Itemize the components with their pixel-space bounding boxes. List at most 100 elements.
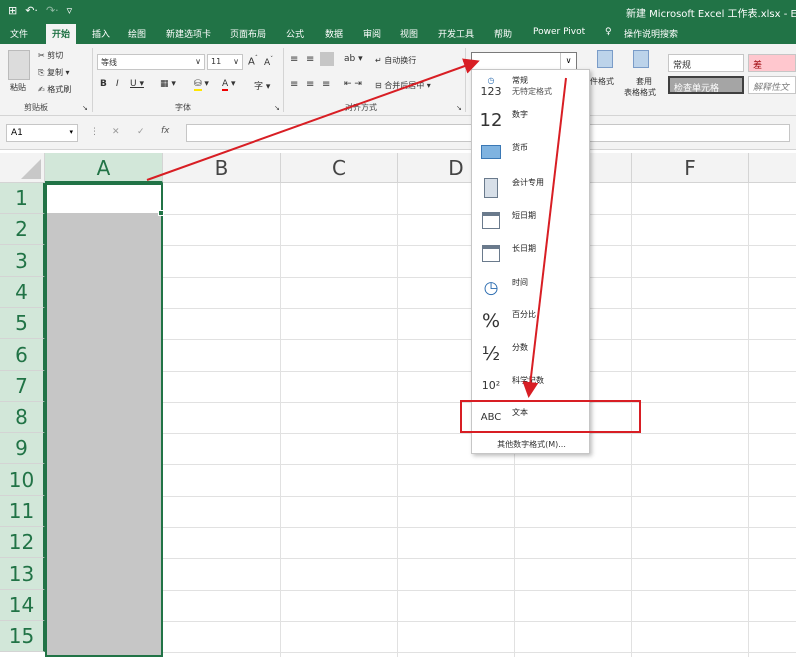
style-bad[interactable]: 差 (748, 54, 796, 72)
row-header-2[interactable]: 2 (0, 214, 45, 245)
indent-buttons[interactable]: ⇤ ⇥ (344, 79, 362, 89)
table-format-label-2[interactable]: 表格格式 (624, 87, 656, 98)
align-left-button[interactable]: ≡ (290, 79, 298, 90)
enter-icon[interactable]: ✓ (137, 127, 145, 137)
format-general[interactable]: ◷ 123 常规 无特定格式 (472, 72, 591, 105)
cancel-icon[interactable]: ✕ (112, 127, 120, 137)
dialog-launcher-icon[interactable]: ↘ (456, 104, 462, 112)
tab-data[interactable]: 数据 (325, 27, 343, 40)
row-header-8[interactable]: 8 (0, 402, 45, 433)
font-size-field[interactable]: 11 ∨ (207, 54, 243, 70)
underline-button[interactable]: U ▾ (130, 79, 144, 89)
row-header-3[interactable]: 3 (0, 245, 45, 277)
format-percentage[interactable]: % 百分比 (472, 306, 591, 339)
tell-me-search[interactable]: 操作说明搜索 (624, 27, 678, 40)
row-header-12[interactable]: 12 (0, 527, 45, 558)
conditional-format-icon[interactable] (597, 50, 613, 68)
border-button[interactable]: ▦ ▾ (160, 79, 176, 89)
align-bottom-button[interactable] (320, 52, 334, 66)
paste-icon[interactable] (8, 50, 30, 80)
fill-handle[interactable] (158, 210, 164, 216)
italic-button[interactable]: I (116, 79, 119, 89)
tab-help[interactable]: 帮助 (494, 27, 512, 40)
tab-power-pivot[interactable]: Power Pivot (533, 27, 585, 37)
font-grow-button[interactable]: Aˆ (248, 55, 258, 67)
tab-formulas[interactable]: 公式 (286, 27, 304, 40)
align-right-button[interactable]: ≡ (322, 79, 330, 90)
format-accounting[interactable]: 会计专用 (472, 174, 591, 207)
selected-column-a[interactable] (45, 183, 163, 657)
row-header-10[interactable]: 10 (0, 464, 45, 496)
wrap-icon: ↵ (375, 56, 382, 65)
save-icon[interactable]: ⊞ (8, 4, 17, 17)
paste-button[interactable]: 粘贴 (10, 82, 26, 93)
dialog-launcher-icon[interactable]: ↘ (274, 104, 280, 112)
font-shrink-button[interactable]: Aˇ (264, 56, 273, 68)
quick-access-toolbar: ⊞ ↶· ↷· ▿ (8, 4, 72, 17)
select-all-button[interactable] (0, 153, 45, 183)
format-painter-button[interactable]: ✍ 格式刷 (38, 84, 71, 95)
merge-center-button[interactable]: ⊟ 合并后居中 ▾ (375, 80, 431, 91)
style-check-cell[interactable]: 检查单元格 (668, 76, 744, 94)
align-center-button[interactable]: ≡ (306, 79, 314, 90)
format-currency[interactable]: 货币 (472, 139, 591, 172)
conditional-format-button[interactable]: 件格式 (590, 76, 614, 87)
active-cell-a1[interactable] (47, 185, 161, 213)
tab-draw[interactable]: 绘图 (128, 27, 146, 40)
tab-file[interactable]: 文件 (10, 27, 28, 40)
dialog-launcher-icon[interactable]: ↘ (82, 104, 88, 112)
font-color-button[interactable]: A ▾ (222, 79, 236, 91)
phonetic-button[interactable]: 字 ▾ (254, 79, 270, 92)
number-format-field[interactable]: ∨ (471, 52, 577, 70)
tab-home[interactable]: 开始 (46, 24, 77, 44)
row-header-4[interactable]: 4 (0, 277, 45, 308)
undo-icon[interactable]: ↶· (25, 4, 38, 17)
copy-button[interactable]: ⎘ 复制 ▾ (38, 67, 70, 78)
chevron-down-icon[interactable]: ∨ (560, 53, 576, 69)
tab-page-layout[interactable]: 页面布局 (230, 27, 266, 40)
row-header-14[interactable]: 14 (0, 590, 45, 621)
table-format-icon[interactable] (633, 50, 649, 68)
cut-button[interactable]: ✂ 剪切 (38, 50, 63, 61)
align-middle-button[interactable]: ≡ (306, 54, 314, 65)
tab-new-tab[interactable]: 新建选项卡 (166, 27, 211, 40)
column-header-f[interactable]: F (632, 153, 749, 183)
row-header-13[interactable]: 13 (0, 558, 45, 590)
redo-icon[interactable]: ↷· (46, 4, 59, 17)
tab-developer[interactable]: 开发工具 (438, 27, 474, 40)
table-format-label-1[interactable]: 套用 (636, 76, 652, 87)
bold-button[interactable]: B (100, 79, 107, 89)
wrap-text-button[interactable]: ↵ 自动换行 (375, 55, 416, 66)
column-header-c[interactable]: C (281, 153, 398, 183)
style-normal[interactable]: 常规 (668, 54, 744, 72)
row-header-15[interactable]: 15 (0, 621, 45, 652)
name-box[interactable]: A1 ▾ (6, 124, 78, 142)
row-header-9[interactable]: 9 (0, 433, 45, 464)
number-icon: 12 (479, 110, 503, 131)
format-long-date[interactable]: 长日期 (472, 240, 591, 273)
column-header-b[interactable]: B (163, 153, 281, 183)
more-number-formats[interactable]: 其他数字格式(M)... (472, 432, 591, 450)
tab-insert[interactable]: 插入 (92, 27, 110, 40)
insert-function-icon[interactable]: fx (161, 126, 170, 136)
align-top-button[interactable]: ≡ (290, 54, 298, 65)
row-header-6[interactable]: 6 (0, 339, 45, 371)
format-number[interactable]: 12 数字 (472, 106, 591, 139)
tab-review[interactable]: 审阅 (363, 27, 381, 40)
style-explanatory[interactable]: 解释性文 (748, 76, 796, 94)
row-header-1[interactable]: 1 (0, 183, 45, 214)
tab-view[interactable]: 视图 (400, 27, 418, 40)
format-fraction[interactable]: ½ 分数 (472, 339, 591, 372)
orientation-button[interactable]: ab ▾ (344, 54, 363, 64)
row-header-5[interactable]: 5 (0, 308, 45, 339)
fill-color-button[interactable]: ⛁ ▾ (194, 79, 209, 91)
customize-qat-icon[interactable]: ▿ (67, 4, 73, 17)
format-time[interactable]: ◷ 时间 (472, 274, 591, 307)
format-short-date[interactable]: 短日期 (472, 207, 591, 240)
row-header-7[interactable]: 7 (0, 371, 45, 402)
font-name-field[interactable]: 等线 ∨ (97, 54, 205, 70)
column-header-a[interactable]: A (45, 153, 163, 183)
column-header-g[interactable] (749, 153, 796, 183)
row-header-11[interactable]: 11 (0, 496, 45, 527)
lightbulb-icon: ♀ (605, 27, 612, 37)
